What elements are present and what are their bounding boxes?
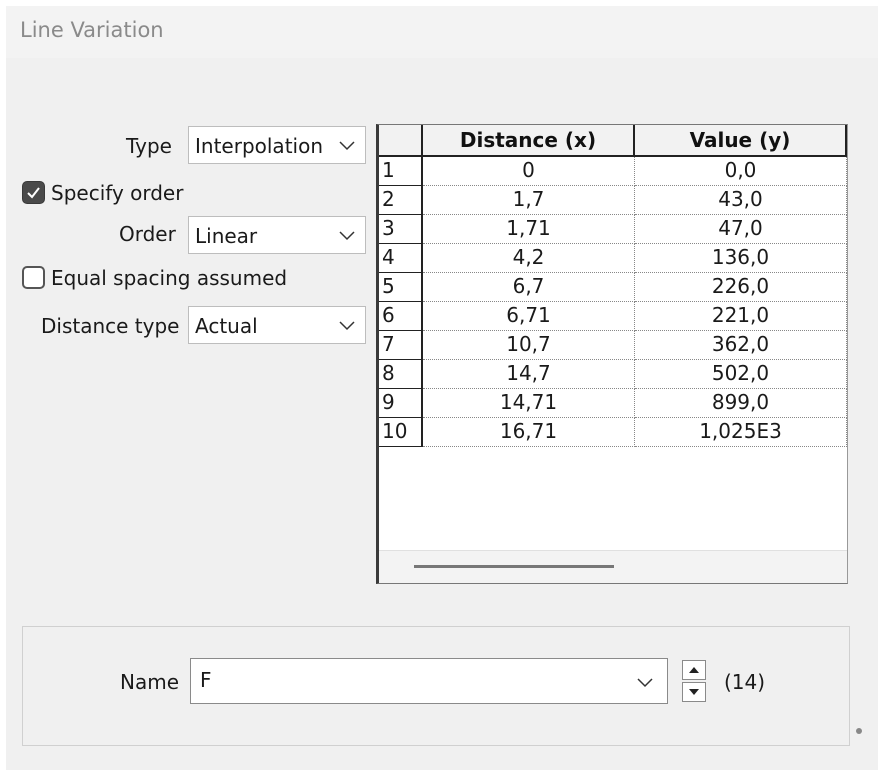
spin-up-button[interactable] [682, 660, 706, 680]
cell-value[interactable]: 502,0 [635, 360, 847, 389]
row-number[interactable]: 2 [379, 186, 423, 215]
chevron-down-icon [339, 231, 355, 241]
data-grid[interactable]: Distance (x) Value (y) 1 0 0,0 2 1,7 43,0 3 1,7… [376, 124, 848, 584]
cell-distance[interactable]: 10,7 [423, 331, 635, 360]
name-value: F [200, 668, 212, 692]
spin-down-button[interactable] [682, 682, 706, 702]
checkmark-icon [27, 187, 40, 199]
cell-value[interactable]: 0,0 [635, 157, 847, 186]
cell-value[interactable]: 47,0 [635, 215, 847, 244]
cell-distance[interactable]: 1,71 [423, 215, 635, 244]
horizontal-scrollbar-thumb[interactable] [414, 565, 614, 568]
type-value: Interpolation [195, 134, 323, 158]
cell-distance[interactable]: 16,71 [423, 418, 635, 447]
type-dropdown[interactable]: Interpolation [188, 126, 366, 164]
row-number[interactable]: 3 [379, 215, 423, 244]
arrow-down-icon [689, 689, 699, 695]
cell-distance[interactable]: 14,7 [423, 360, 635, 389]
column-header-distance[interactable]: Distance (x) [423, 125, 635, 157]
cell-value[interactable]: 899,0 [635, 389, 847, 418]
row-number[interactable]: 8 [379, 360, 423, 389]
distance-type-value: Actual [195, 314, 258, 338]
cell-distance[interactable]: 0 [423, 157, 635, 186]
cell-distance[interactable]: 4,2 [423, 244, 635, 273]
equal-spacing-checkbox[interactable] [22, 266, 45, 289]
chevron-down-icon [339, 141, 355, 151]
chevron-down-icon [339, 321, 355, 331]
cell-value[interactable]: 1,025E3 [635, 418, 847, 447]
distance-type-dropdown[interactable]: Actual [188, 306, 366, 344]
column-header-value[interactable]: Value (y) [635, 125, 847, 157]
cell-distance[interactable]: 14,71 [423, 389, 635, 418]
order-value: Linear [195, 224, 258, 248]
cell-value[interactable]: 226,0 [635, 273, 847, 302]
specify-order-checkbox[interactable] [22, 181, 45, 204]
line-variation-dialog: Line Variation Type Interpolation Specif… [6, 6, 878, 770]
cell-value[interactable]: 362,0 [635, 331, 847, 360]
corner-header [379, 125, 423, 157]
name-label: Name [120, 670, 180, 694]
resize-grip[interactable] [856, 728, 862, 734]
name-combobox[interactable]: F [190, 658, 668, 704]
order-dropdown[interactable]: Linear [188, 216, 366, 254]
cell-value[interactable]: 136,0 [635, 244, 847, 273]
cell-distance[interactable]: 1,7 [423, 186, 635, 215]
row-number[interactable]: 9 [379, 389, 423, 418]
chevron-down-icon [637, 678, 653, 688]
row-number[interactable]: 10 [379, 418, 423, 447]
cell-value[interactable]: 221,0 [635, 302, 847, 331]
row-number[interactable]: 6 [379, 302, 423, 331]
window-title: Line Variation [20, 18, 164, 42]
row-number[interactable]: 5 [379, 273, 423, 302]
row-number[interactable]: 7 [379, 331, 423, 360]
title-bar: Line Variation [6, 6, 878, 58]
specify-order-label: Specify order [51, 181, 184, 205]
cell-distance[interactable]: 6,71 [423, 302, 635, 331]
horizontal-scrollbar-track[interactable] [379, 550, 847, 583]
order-label: Order [119, 222, 176, 246]
distance-type-label: Distance type [41, 314, 180, 338]
cell-value[interactable]: 43,0 [635, 186, 847, 215]
row-number[interactable]: 1 [379, 157, 423, 186]
name-count: (14) [724, 670, 766, 694]
equal-spacing-label: Equal spacing assumed [51, 266, 288, 290]
type-label: Type [126, 134, 172, 158]
row-number[interactable]: 4 [379, 244, 423, 273]
cell-distance[interactable]: 6,7 [423, 273, 635, 302]
arrow-up-icon [689, 667, 699, 673]
